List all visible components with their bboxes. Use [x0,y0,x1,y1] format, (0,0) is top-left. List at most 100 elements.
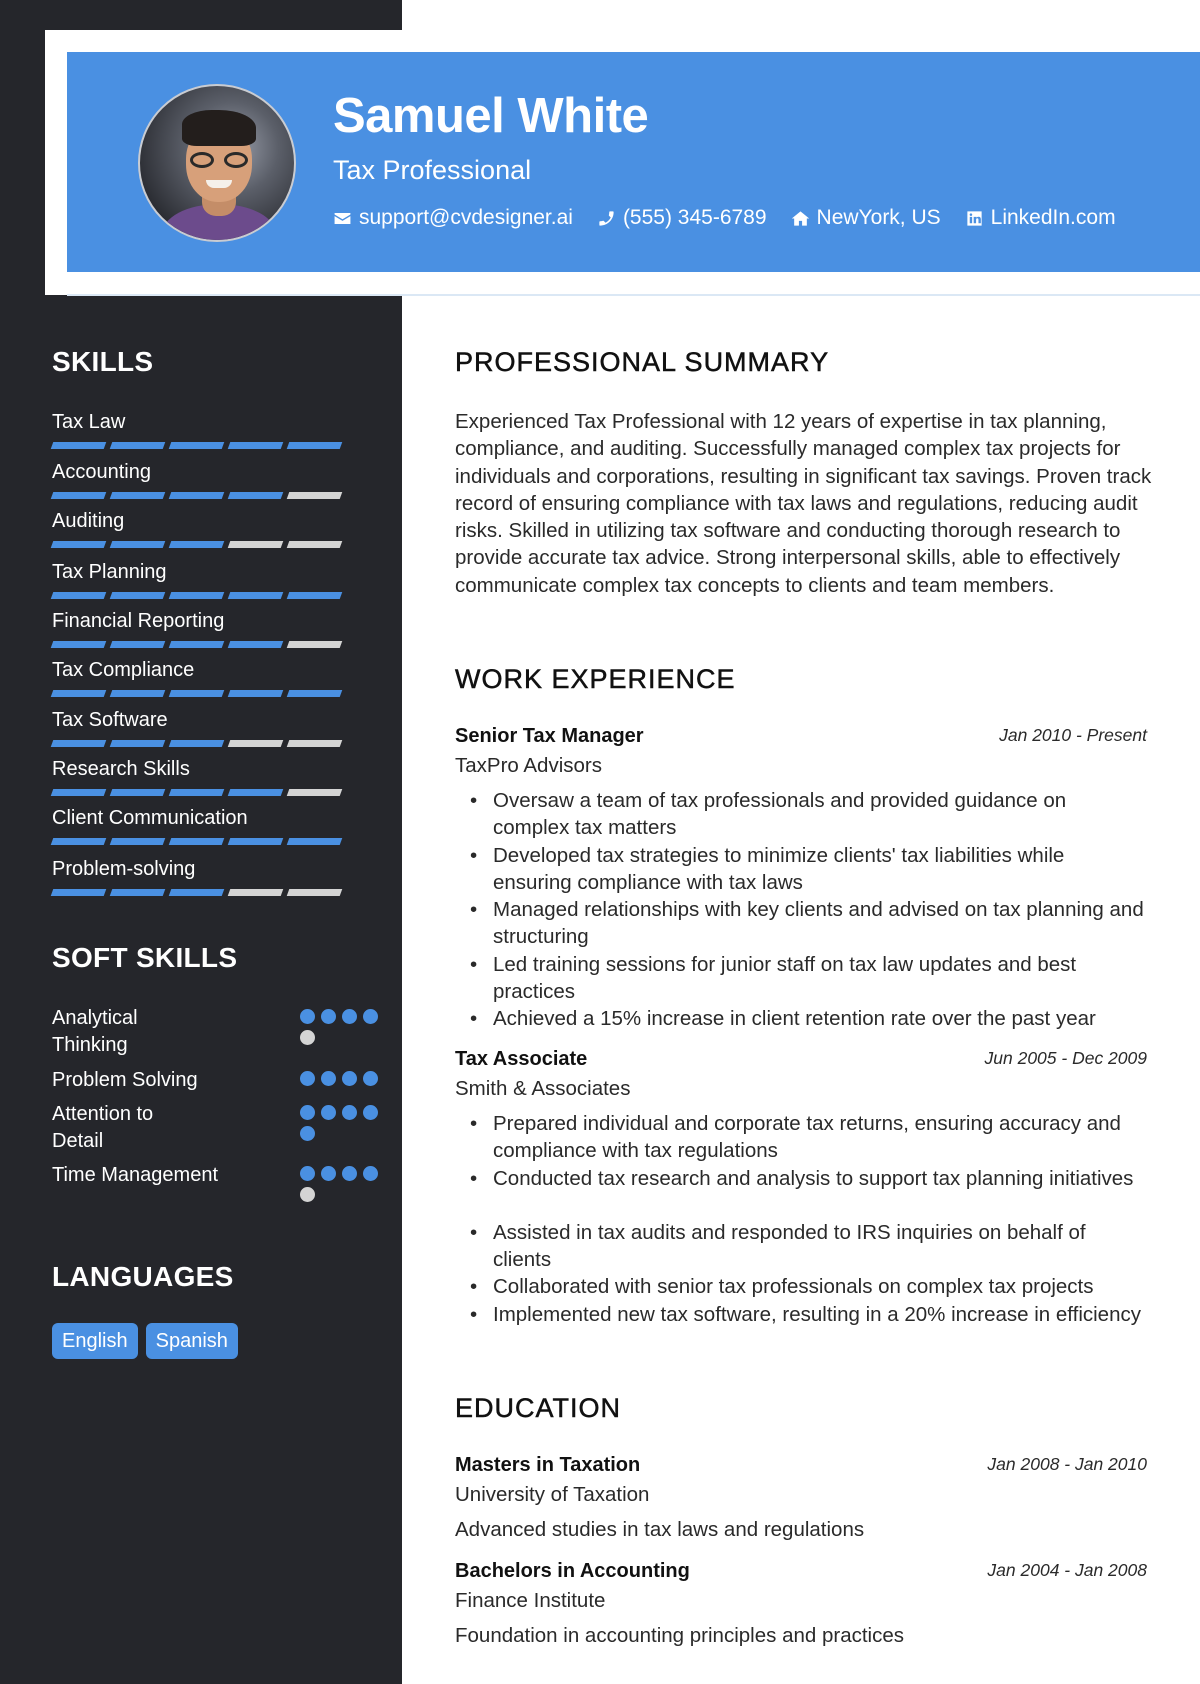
rating-dot-filled [300,1071,315,1086]
phone-icon [599,210,614,226]
envelope-icon [334,212,351,224]
job-bullet: Implemented new tax software, resulting … [455,1301,1147,1329]
soft-skill-rating [300,1166,384,1202]
education-description: Foundation in accounting principles and … [455,1624,904,1647]
rating-dot-filled [363,1009,378,1024]
skill-item: Financial Reporting [50,609,352,648]
skill-segment-empty [286,641,343,648]
job-entry: Senior Tax Manager Jan 2010 - Present Ta… [455,725,1147,1033]
skill-segment-filled [168,492,225,499]
skill-segment-filled [50,740,107,747]
skill-segment-filled [168,838,225,845]
contact-email[interactable]: support@cvdesigner.ai [333,206,573,230]
rating-dot-filled [342,1105,357,1120]
job-bullet: Led training sessions for junior staff o… [455,951,1147,1006]
skill-segment-filled [286,442,343,449]
skill-segment-filled [168,592,225,599]
education-school: Finance Institute [455,1589,606,1612]
job-bullet: Prepared individual and corporate tax re… [455,1110,1147,1165]
header-divider [67,294,1200,296]
skill-segment-filled [227,789,284,796]
skill-segment-filled [227,442,284,449]
skill-segment-filled [50,789,107,796]
skill-segment-filled [227,641,284,648]
skill-segment-filled [109,641,166,648]
skill-segment-empty [227,889,284,896]
skill-label: Problem-solving [52,858,196,880]
contact-linkedin[interactable]: LinkedIn.com [965,206,1116,230]
education-heading: EDUCATION [455,1393,622,1424]
rating-dot-filled [363,1166,378,1181]
skill-segment-filled [227,838,284,845]
contact-phone-text: (555) 345-6789 [622,206,767,229]
skill-level-bar [50,592,352,599]
linkedin-icon [967,210,982,226]
skill-segment-filled [109,740,166,747]
skill-item: Tax Software [50,708,352,747]
skill-level-bar [50,492,352,499]
avatar [138,84,296,242]
job-company: Smith & Associates [455,1077,631,1100]
skill-label: Tax Software [52,709,168,731]
skill-segment-filled [50,592,107,599]
skill-segment-filled [109,838,166,845]
job-bullet: Managed relationships with key clients a… [455,896,1147,951]
job-date: Jun 2005 - Dec 2009 [984,1048,1147,1068]
contact-email-text: support@cvdesigner.ai [359,206,573,229]
skill-segment-filled [168,641,225,648]
avatar-glasses [190,152,248,168]
languages-heading: LANGUAGES [52,1261,234,1292]
candidate-name: Samuel White [333,89,649,143]
soft-skill-rating [300,1105,384,1141]
soft-skill-label: Analytical Thinking [52,1007,138,1056]
candidate-title: Tax Professional [333,155,532,185]
rating-dot-filled [300,1105,315,1120]
job-date: Jan 2010 - Present [999,725,1147,745]
skill-item: Research Skills [50,757,352,796]
job-bullet: Developed tax strategies to minimize cli… [455,842,1147,897]
skill-segment-empty [227,541,284,548]
skills-heading: SKILLS [52,346,154,377]
skill-segment-filled [168,541,225,548]
skill-segment-filled [50,838,107,845]
skill-segment-filled [50,442,107,449]
skill-segment-filled [109,592,166,599]
rating-dot-filled [342,1166,357,1181]
avatar-smile [206,180,232,188]
skill-segment-filled [50,492,107,499]
soft-skill-rating [300,1071,384,1086]
skill-item: Problem-solving [50,857,352,896]
education-entry: Masters in Taxation Jan 2008 - Jan 2010 … [455,1454,1147,1543]
skill-level-bar [50,740,352,747]
education-date: Jan 2008 - Jan 2010 [987,1454,1147,1474]
skill-item: Tax Compliance [50,658,352,697]
skill-segment-filled [50,690,107,697]
skill-label: Client Communication [52,807,248,829]
skill-level-bar [50,789,352,796]
summary-text: Experienced Tax Professional with 12 yea… [455,410,1152,597]
skill-segment-empty [286,740,343,747]
skill-segment-filled [109,690,166,697]
job-company: TaxPro Advisors [455,754,602,777]
skill-label: Research Skills [52,758,190,780]
skill-segment-filled [109,492,166,499]
contact-phone[interactable]: (555) 345-6789 [597,206,767,230]
skill-label: Financial Reporting [52,610,225,632]
home-icon [791,210,809,226]
contact-linkedin-text: LinkedIn.com [990,206,1116,229]
experience-heading: WORK EXPERIENCE [455,664,736,695]
job-role: Senior Tax Manager [455,725,644,747]
skill-segment-filled [109,789,166,796]
job-role: Tax Associate [455,1048,588,1070]
education-description: Advanced studies in tax laws and regulat… [455,1518,865,1541]
skill-segment-filled [168,442,225,449]
education-degree: Bachelors in Accounting [455,1560,690,1582]
skill-segment-filled [168,789,225,796]
skill-level-bar [50,838,352,845]
rating-dot-filled [342,1071,357,1086]
skill-segment-empty [286,789,343,796]
skill-segment-filled [168,690,225,697]
skill-item: Auditing [50,509,352,548]
skill-label: Auditing [52,510,125,532]
skill-segment-empty [286,492,343,499]
